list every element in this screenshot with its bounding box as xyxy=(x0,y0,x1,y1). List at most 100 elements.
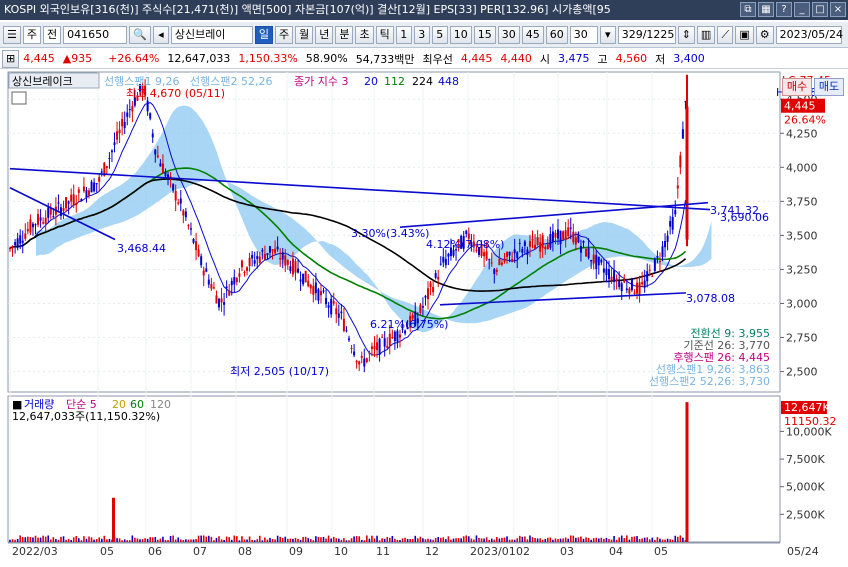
volume-bar xyxy=(128,540,131,542)
candle-body xyxy=(243,271,246,274)
interval-10-button[interactable]: 10 xyxy=(449,25,472,44)
period-week-button[interactable]: 주 xyxy=(274,25,294,44)
volume-bar xyxy=(386,537,389,542)
grid-icon[interactable]: ▦ xyxy=(758,2,774,17)
price-tick-label: 2,500 xyxy=(786,366,818,379)
price-chart[interactable]: 10,000K7,500K5,000K2,500K12,647K11150.32… xyxy=(0,70,848,567)
volume-bar xyxy=(605,537,608,542)
candle-body xyxy=(297,268,300,273)
maximize-icon[interactable]: □ xyxy=(812,2,828,17)
volume-bar xyxy=(185,539,187,542)
volume-bar xyxy=(52,537,55,542)
period-minute-button[interactable]: 분 xyxy=(335,25,354,44)
expand-icon[interactable]: ⊞ xyxy=(2,49,20,68)
candle-body xyxy=(348,338,350,341)
sell-button[interactable]: 매도 xyxy=(814,78,844,96)
scroll-icon[interactable]: ⇕ xyxy=(677,25,695,44)
count-select[interactable]: 30 xyxy=(569,25,598,44)
volume-bar xyxy=(656,537,659,542)
line-tool-icon[interactable]: ⟋ xyxy=(717,25,734,44)
save-icon[interactable]: ▣ xyxy=(735,25,754,44)
interval-30-button[interactable]: 30 xyxy=(497,25,520,44)
period-month-button[interactable]: 월 xyxy=(295,25,314,44)
period-second-button[interactable]: 초 xyxy=(355,25,374,44)
interval-45-button[interactable]: 45 xyxy=(521,25,544,44)
period-day-button[interactable]: 일 xyxy=(254,25,273,44)
candle-body xyxy=(368,352,371,354)
volume-bar xyxy=(80,540,83,542)
candle-body xyxy=(172,184,175,191)
table-icon[interactable] xyxy=(11,91,27,105)
buy-button[interactable]: 매수 xyxy=(782,78,812,96)
candle-body xyxy=(498,258,501,266)
legend-ma20: 20 xyxy=(364,75,378,88)
candle-body xyxy=(67,201,70,204)
high-annotation: 최고 4,670 (05/11) xyxy=(126,87,225,100)
volume-bar xyxy=(674,535,677,542)
volume-bar xyxy=(437,537,440,542)
help-icon[interactable]: ? xyxy=(776,2,792,17)
link-icon[interactable]: ⧉ xyxy=(740,2,756,17)
volume-bar xyxy=(276,535,279,542)
volume-bar xyxy=(297,538,299,542)
trend-label-4: 3,078.08 xyxy=(686,292,735,305)
volume-bar xyxy=(636,536,638,542)
volume-bar xyxy=(139,539,141,542)
legend-ma112: 112 xyxy=(384,75,405,88)
speaker-icon[interactable]: ◂ xyxy=(152,25,169,44)
volume-bar xyxy=(243,539,246,542)
volume-bar xyxy=(309,539,312,542)
code-input[interactable]: 041650 xyxy=(63,25,128,44)
prev-select[interactable]: 전 xyxy=(43,25,62,44)
search-icon[interactable]: 🔍 xyxy=(129,25,151,44)
volume-bar xyxy=(348,540,350,542)
volume-bar xyxy=(16,538,19,542)
volume-bar xyxy=(151,537,154,542)
volume-bar xyxy=(580,536,582,542)
price-tick-label: 3,000 xyxy=(786,297,818,310)
candle-body xyxy=(29,219,32,233)
interval-60-button[interactable]: 60 xyxy=(545,25,568,44)
period-tick-button[interactable]: 틱 xyxy=(375,25,394,44)
interval-1-button[interactable]: 1 xyxy=(395,25,412,44)
volume-bar xyxy=(208,535,210,542)
time-label: 08 xyxy=(238,545,252,558)
volume-bar xyxy=(552,539,554,542)
candle-body xyxy=(396,330,399,342)
minimize-icon[interactable]: _ xyxy=(794,2,810,17)
candle-body xyxy=(85,190,88,198)
volume-bar xyxy=(315,536,317,542)
candle-body xyxy=(661,246,664,258)
volume-bar xyxy=(575,537,577,542)
candle-body xyxy=(309,284,312,289)
volume-bar xyxy=(261,540,264,542)
volume-bar xyxy=(11,539,14,542)
volume-bar xyxy=(409,538,411,542)
candle-body xyxy=(636,282,639,294)
candle-body xyxy=(302,273,305,285)
candle-body xyxy=(246,267,249,271)
volume-bar xyxy=(396,540,399,542)
date-field[interactable]: 2023/05/24 xyxy=(775,25,843,44)
volume-bar xyxy=(417,538,419,542)
candle-body xyxy=(508,251,511,256)
period-year-button[interactable]: 년 xyxy=(315,25,334,44)
volume-bar xyxy=(215,537,218,542)
menu-icon[interactable]: ☰ xyxy=(3,25,21,44)
volume-bar xyxy=(327,535,330,542)
market-select[interactable]: 주 xyxy=(22,25,41,44)
chevron-down-icon[interactable]: ▾ xyxy=(599,25,616,44)
volume-bar xyxy=(406,539,409,542)
candle-body xyxy=(582,241,585,243)
interval-15-button[interactable]: 15 xyxy=(473,25,496,44)
gear-icon[interactable]: ⚙ xyxy=(755,25,774,44)
volume-bar xyxy=(521,536,524,542)
interval-5-button[interactable]: 5 xyxy=(431,25,448,44)
close-icon[interactable]: × xyxy=(830,2,846,17)
volume-bar xyxy=(371,535,373,542)
interval-3-button[interactable]: 3 xyxy=(413,25,430,44)
bar-chart-icon[interactable]: ▥ xyxy=(696,25,716,44)
volume-bar xyxy=(422,538,424,542)
candle-body xyxy=(238,273,241,277)
candle-body xyxy=(59,207,62,216)
